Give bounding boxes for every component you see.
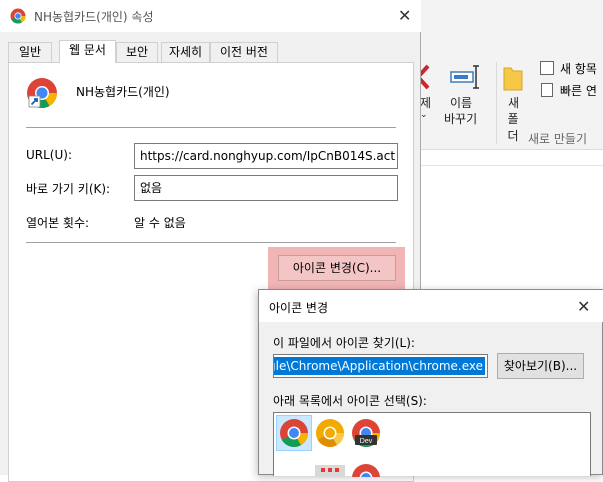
new-folder-label-2: 폴더 bbox=[507, 112, 519, 143]
visits-label: 열어본 횟수: bbox=[26, 216, 90, 230]
shortcut-key-field[interactable]: 없음 bbox=[134, 175, 398, 201]
easy-access-label: 빠른 연 bbox=[560, 84, 597, 98]
folder-icon bbox=[503, 67, 523, 91]
ribbon-group-new-label: 새로 만들기 bbox=[528, 132, 588, 146]
chrome-shortcut-icon bbox=[27, 78, 58, 109]
easy-access-icon bbox=[541, 83, 553, 97]
content-divider bbox=[420, 165, 603, 166]
shortcut-name: NH농협카드(개인) bbox=[76, 85, 170, 99]
properties-title: NH농협카드(개인) 속성 bbox=[34, 10, 154, 24]
icon-file-path-input[interactable]: gle\Chrome\Application\chrome.exe bbox=[273, 354, 488, 378]
chrome-icon[interactable] bbox=[279, 418, 309, 448]
url-label: URL(U): bbox=[26, 148, 72, 162]
tab-details[interactable]: 자세히 bbox=[161, 42, 210, 62]
new-folder-button[interactable]: 새 폴더 bbox=[502, 60, 524, 143]
tab-label: 보안 bbox=[125, 45, 149, 59]
new-item-icon bbox=[540, 61, 554, 75]
delete-button[interactable]: 제 ⌄ bbox=[415, 60, 434, 130]
find-icons-label: 이 파일에서 아이콘 찾기(L): bbox=[273, 336, 415, 350]
explorer-ribbon: 제 ⌄ 이름 바꾸기 새 폴더 새 항목 빠른 연 새로 만들기 bbox=[415, 0, 603, 150]
select-icon-label: 아래 목록에서 아이콘 선택(S): bbox=[273, 394, 427, 408]
change-icon-button[interactable]: 아이콘 변경(C)... bbox=[278, 255, 396, 281]
divider bbox=[26, 242, 396, 243]
tab-security[interactable]: 보안 bbox=[116, 42, 158, 62]
change-icon-title: 아이콘 변경 bbox=[269, 301, 329, 315]
chrome-dev-icon[interactable]: Dev bbox=[351, 418, 381, 448]
divider bbox=[26, 127, 396, 128]
tab-label: 웹 문서 bbox=[69, 43, 106, 57]
url-field[interactable]: https://card.nonghyup.com/IpCnB014S.act bbox=[134, 143, 398, 169]
new-item-label: 새 항목 bbox=[560, 62, 597, 76]
rename-label-1: 이름 bbox=[450, 96, 473, 110]
shortcut-key-label: 바로 가기 키(K): bbox=[26, 182, 111, 196]
close-icon[interactable]: ✕ bbox=[577, 299, 590, 315]
close-icon[interactable]: ✕ bbox=[398, 8, 411, 24]
rename-icon bbox=[450, 65, 479, 89]
icon-list[interactable]: Dev bbox=[273, 412, 591, 477]
tab-previous-versions[interactable]: 이전 버전 bbox=[210, 42, 278, 62]
browse-button[interactable]: 찾아보기(B)... bbox=[497, 353, 584, 379]
change-icon-titlebar: 아이콘 변경 ✕ bbox=[259, 290, 603, 322]
tab-label: 일반 bbox=[18, 45, 42, 59]
chrome-icon bbox=[10, 8, 26, 24]
tab-label: 이전 버전 bbox=[220, 45, 268, 59]
chrome-canary-icon[interactable] bbox=[315, 418, 345, 448]
tab-general[interactable]: 일반 bbox=[8, 42, 52, 62]
new-folder-label-1: 새 bbox=[508, 96, 520, 110]
visits-value: 알 수 없음 bbox=[134, 216, 186, 230]
change-icon-dialog: 아이콘 변경 ✕ 이 파일에서 아이콘 찾기(L): gle\Chrome\Ap… bbox=[258, 289, 603, 477]
dev-badge: Dev bbox=[360, 438, 373, 445]
tab-label: 자세히 bbox=[168, 45, 203, 59]
rename-label-2: 바꾸기 bbox=[444, 112, 478, 126]
apps-grid-icon[interactable] bbox=[315, 465, 345, 477]
properties-titlebar: NH농협카드(개인) 속성 ✕ bbox=[0, 0, 421, 32]
rename-button[interactable]: 이름 바꾸기 bbox=[442, 60, 490, 130]
path-selection: gle\Chrome\Application\chrome.exe bbox=[274, 357, 485, 375]
delete-label: 제 bbox=[420, 96, 432, 110]
tab-web-document[interactable]: 웹 문서 bbox=[59, 40, 116, 63]
